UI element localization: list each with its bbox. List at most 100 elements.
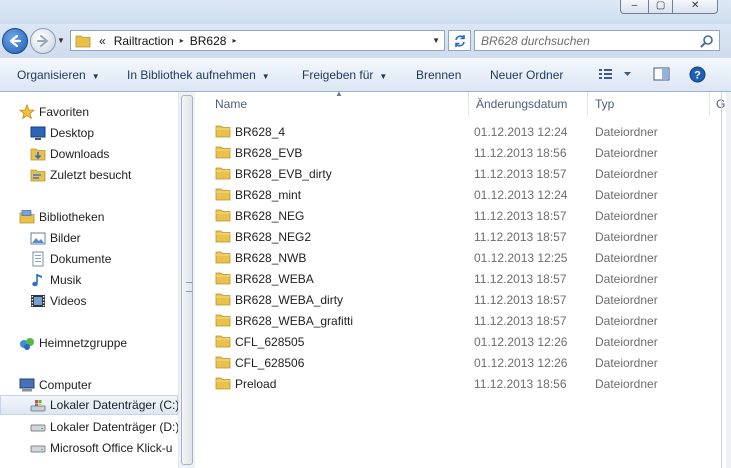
refresh-button[interactable] — [448, 30, 471, 51]
column-divider[interactable] — [587, 92, 588, 116]
nav-item-drive-d[interactable]: Lokaler Datenträger (D:) — [30, 417, 178, 437]
title-bar: ‒ ▢ ✕ — [0, 0, 731, 24]
help-button[interactable]: ? — [689, 66, 706, 86]
file-type: Dateiordner — [595, 293, 658, 307]
nav-item-office-drive[interactable]: Microsoft Office Klick-u — [30, 438, 172, 458]
drive-icon — [30, 445, 46, 453]
table-row[interactable]: BR628_WEBA_dirty 11.12.2013 18:57 Dateiord… — [195, 290, 731, 311]
table-row[interactable]: BR628_4 01.12.2013 12:24 Dateiordner — [195, 122, 731, 143]
preview-pane-button[interactable] — [653, 66, 671, 85]
homegroup-icon — [20, 338, 34, 350]
grip-icon — [186, 282, 192, 292]
table-row[interactable]: BR628_WEBA_grafitti 11.12.2013 18:57 Datei… — [195, 311, 731, 332]
file-name: BR628_WEBA_grafitti — [235, 314, 354, 328]
nav-item-videos[interactable]: Videos — [30, 291, 86, 311]
column-divider[interactable] — [468, 92, 469, 116]
window-edge — [726, 92, 731, 468]
folder-icon — [215, 271, 231, 288]
folder-icon — [215, 376, 231, 393]
file-date: 01.12.2013 12:24 — [474, 125, 568, 139]
nav-favorites[interactable]: Favoriten — [19, 102, 89, 122]
desktop-icon — [30, 126, 46, 140]
file-type: Dateiordner — [595, 209, 658, 223]
file-date: 01.12.2013 12:26 — [474, 335, 568, 349]
recent-places-icon — [30, 169, 46, 182]
pictures-icon — [30, 232, 46, 245]
file-date: 01.12.2013 12:24 — [474, 188, 568, 202]
back-button[interactable] — [2, 28, 28, 54]
nav-item-label: Lokaler Datenträger (D:) — [50, 420, 178, 434]
column-header-type[interactable]: Typ — [595, 92, 705, 116]
file-name: BR628_EVB_dirty — [235, 167, 332, 181]
nav-item-drive-c[interactable]: Lokaler Datenträger (C:) — [0, 395, 178, 415]
folder-icon — [215, 187, 231, 204]
nav-item-desktop[interactable]: Desktop — [30, 123, 94, 143]
table-row[interactable]: Preload 11.12.2013 18:56 Dateiordner — [195, 374, 731, 395]
arrow-left-icon — [9, 34, 22, 48]
table-row[interactable]: BR628_NEG2 11.12.2013 18:57 Dateiordner — [195, 227, 731, 248]
recent-pages-dropdown[interactable]: ▼ — [57, 36, 65, 45]
downloads-folder-icon — [30, 148, 46, 161]
table-row[interactable]: BR628_EVB 11.12.2013 18:56 Dateiordner — [195, 143, 731, 164]
table-row[interactable]: BR628_NWB 01.12.2013 12:25 Dateiordner — [195, 248, 731, 269]
column-divider[interactable] — [709, 92, 710, 116]
table-row[interactable]: BR628_mint 01.12.2013 12:24 Dateiordner — [195, 185, 731, 206]
file-date: 11.12.2013 18:57 — [474, 209, 567, 223]
search-box[interactable] — [474, 30, 720, 51]
address-dropdown-icon[interactable]: ▼ — [432, 36, 440, 45]
column-header-date[interactable]: Änderungsdatum — [476, 92, 586, 116]
close-button[interactable]: ✕ — [673, 0, 718, 14]
folder-icon — [215, 355, 231, 372]
file-name: BR628_mint — [235, 188, 302, 202]
breadcrumb-item[interactable]: Railtraction — [114, 34, 174, 48]
table-row[interactable]: CFL_628505 01.12.2013 12:26 Dateiordner — [195, 332, 731, 353]
nav-item-downloads[interactable]: Downloads — [30, 144, 109, 164]
chevron-down-icon: ▼ — [379, 72, 388, 81]
file-type: Dateiordner — [595, 188, 658, 202]
table-row[interactable]: BR628_EVB_dirty 11.12.2013 18:57 Dateiordn… — [195, 164, 731, 185]
forward-button[interactable] — [30, 28, 56, 54]
address-bar[interactable]: « Railtraction ▸ BR628 ▸ ▼ — [70, 30, 445, 51]
file-name: BR628_NEG2 — [235, 230, 312, 244]
close-icon: ✕ — [691, 0, 700, 11]
organize-button[interactable]: Organisieren ▼ — [17, 68, 100, 82]
nav-computer[interactable]: Computer — [19, 375, 92, 395]
table-row[interactable]: BR628_WEBA 11.12.2013 18:57 Dateiordner — [195, 269, 731, 290]
table-row[interactable]: CFL_628506 01.12.2013 12:26 Dateiordner — [195, 353, 731, 374]
file-date: 11.12.2013 18:57 — [474, 167, 567, 181]
nav-item-recent[interactable]: Zuletzt besucht — [30, 165, 131, 185]
include-in-library-button[interactable]: In Bibliothek aufnehmen ▼ — [127, 68, 270, 82]
search-input[interactable] — [481, 33, 696, 48]
refresh-icon — [454, 34, 465, 47]
scrollbar-thumb[interactable] — [181, 95, 193, 465]
file-name: CFL_628506 — [235, 356, 305, 370]
nav-item-pictures[interactable]: Bilder — [30, 228, 81, 248]
breadcrumb-item[interactable]: BR628 — [190, 34, 227, 48]
nav-homegroup[interactable]: Heimnetzgruppe — [19, 333, 127, 353]
file-name: BR628_WEBA — [235, 272, 314, 286]
nav-item-music[interactable]: Musik — [30, 270, 81, 290]
search-icon[interactable] — [700, 34, 714, 48]
address-overflow[interactable]: « — [99, 34, 106, 48]
file-date: 11.12.2013 18:56 — [474, 377, 567, 391]
folder-icon — [215, 166, 231, 183]
view-options-button[interactable] — [598, 66, 632, 85]
share-with-button[interactable]: Freigeben für ▼ — [302, 68, 387, 82]
table-row[interactable]: BR628_NEG 11.12.2013 18:57 Dateiordner — [195, 206, 731, 227]
nav-item-label: Microsoft Office Klick-u — [50, 441, 173, 455]
maximize-button[interactable]: ▢ — [648, 0, 674, 14]
burn-button[interactable]: Brennen — [416, 68, 461, 82]
new-folder-button[interactable]: Neuer Ordner — [490, 68, 563, 82]
file-date: 11.12.2013 18:57 — [474, 272, 567, 286]
file-type: Dateiordner — [595, 272, 658, 286]
breadcrumb-separator-icon[interactable]: ▸ — [232, 36, 236, 45]
navigation-scrollbar[interactable] — [178, 92, 195, 468]
folder-icon — [215, 250, 231, 267]
nav-item-documents[interactable]: Dokumente — [30, 249, 111, 269]
nav-libraries[interactable]: Bibliotheken — [19, 207, 104, 227]
window-controls: ‒ ▢ ✕ — [620, 0, 718, 14]
file-name: BR628_WEBA_dirty — [235, 293, 344, 307]
minimize-button[interactable]: ‒ — [620, 0, 649, 14]
breadcrumb-separator-icon[interactable]: ▸ — [180, 36, 184, 45]
column-header-name[interactable]: Name — [215, 92, 465, 116]
